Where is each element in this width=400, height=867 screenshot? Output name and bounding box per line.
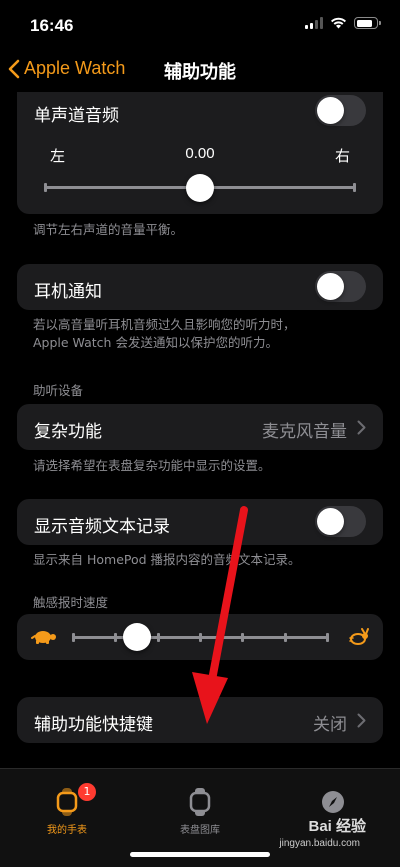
watch-face-icon xyxy=(189,788,211,816)
footnote-line: 若以高音量听耳机音频过久且影响您的听力时， xyxy=(33,317,296,332)
mono-audio-card: 单声道音频 左 0.00 右 xyxy=(17,92,383,214)
haptic-slider-tick xyxy=(156,633,160,642)
back-button[interactable]: Apple Watch xyxy=(8,58,125,79)
transcription-label: 显示音频文本记录 xyxy=(34,517,170,537)
haptic-slider-tick xyxy=(72,633,75,642)
watermark-url: jingyan.baidu.com xyxy=(279,838,360,849)
haptic-slider-tick xyxy=(326,633,329,642)
haptic-slider-tick xyxy=(283,633,287,642)
watch-icon xyxy=(56,788,78,816)
turtle-icon xyxy=(31,631,56,644)
accessibility-shortcut-row[interactable]: 辅助功能快捷键 关闭 xyxy=(17,697,383,743)
cellular-signal-icon xyxy=(305,17,323,29)
transcription-card: 显示音频文本记录 xyxy=(17,499,383,545)
headphone-notify-card: 耳机通知 xyxy=(17,264,383,310)
complication-footnote: 请选择希望在表盘复杂功能中显示的设置。 xyxy=(33,458,271,473)
haptic-slider-tick xyxy=(241,633,245,642)
haptic-speed-header: 触感报时速度 xyxy=(33,595,109,610)
rabbit-icon xyxy=(349,628,369,645)
balance-track-right-cap xyxy=(353,183,356,192)
wifi-icon xyxy=(331,17,346,29)
notification-badge: 1 xyxy=(78,783,96,801)
footnote-line: Apple Watch 会发送通知以保护您的听力。 xyxy=(33,335,278,350)
back-label: Apple Watch xyxy=(24,58,126,78)
tab-face-gallery[interactable]: 表盘图库 xyxy=(145,787,255,836)
haptic-slider-tick xyxy=(114,633,118,642)
mono-audio-label: 单声道音频 xyxy=(34,106,119,126)
complication-row[interactable]: 复杂功能 麦克风音量 xyxy=(17,404,383,450)
compass-icon xyxy=(322,791,344,813)
transcription-toggle[interactable] xyxy=(315,506,366,537)
haptic-slider-knob[interactable] xyxy=(122,623,151,651)
accessibility-shortcut-value: 关闭 xyxy=(313,715,347,735)
status-icons xyxy=(305,17,381,29)
chevron-right-icon xyxy=(357,713,366,728)
balance-value: 0.00 xyxy=(185,145,215,162)
tab-my-watch-label: 我的手表 xyxy=(47,825,87,836)
balance-slider-knob[interactable] xyxy=(186,174,214,202)
watermark: Bai 经验 xyxy=(308,818,366,835)
status-time: 16:46 xyxy=(30,16,74,35)
headphone-notify-footnote: 若以高音量听耳机音频过久且影响您的听力时， Apple Watch 会发送通知以… xyxy=(33,316,296,352)
transcription-footnote: 显示来自 HomePod 播报内容的音频文本记录。 xyxy=(33,552,301,567)
home-indicator xyxy=(130,852,270,857)
battery-icon xyxy=(354,17,381,29)
complication-label: 复杂功能 xyxy=(34,422,102,442)
headphone-notify-toggle[interactable] xyxy=(315,271,366,302)
haptic-speed-card xyxy=(17,614,383,660)
balance-footnote: 调节左右声道的音量平衡。 xyxy=(33,222,184,237)
mono-audio-toggle[interactable] xyxy=(315,95,366,126)
chevron-left-icon xyxy=(8,59,20,78)
accessibility-shortcut-label: 辅助功能快捷键 xyxy=(34,715,153,735)
balance-right-label: 右 xyxy=(334,147,350,165)
haptic-slider-tick xyxy=(199,633,202,642)
hearing-section-header: 助听设备 xyxy=(33,383,84,398)
headphone-notify-label: 耳机通知 xyxy=(34,282,102,302)
tab-my-watch[interactable]: 1 我的手表 xyxy=(12,783,122,836)
tab-face-gallery-label: 表盘图库 xyxy=(180,825,220,836)
chevron-right-icon xyxy=(357,420,366,435)
complication-value: 麦克风音量 xyxy=(262,422,347,442)
